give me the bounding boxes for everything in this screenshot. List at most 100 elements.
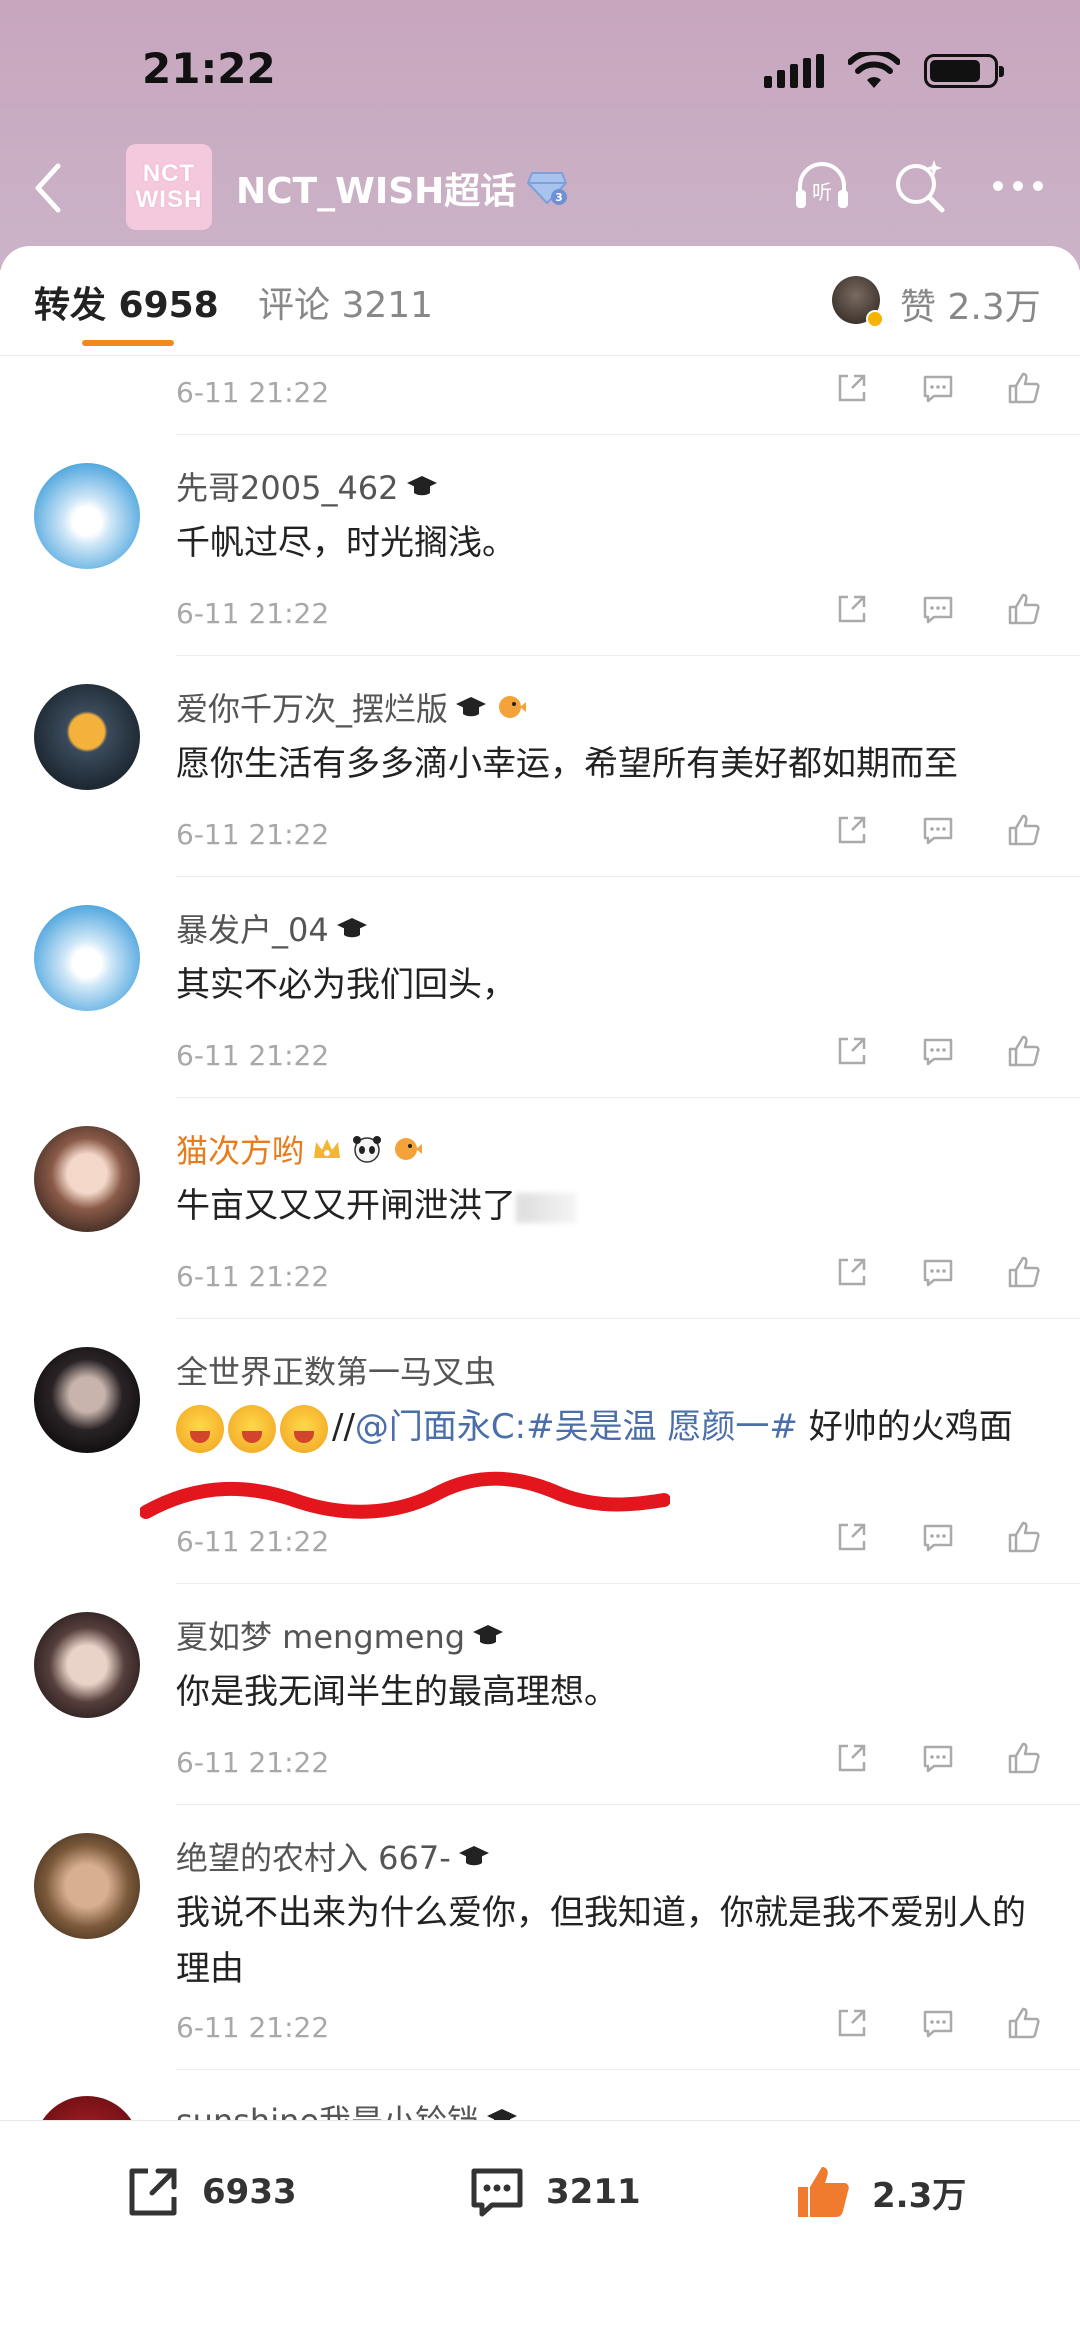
graduation-cap-icon: [473, 1625, 504, 1645]
comment-icon[interactable]: [920, 591, 956, 627]
laughing-emoji-icon: [280, 1404, 328, 1453]
repost-button[interactable]: 6933: [122, 2161, 297, 2223]
like-thumb-icon[interactable]: [1006, 1740, 1042, 1776]
like-thumb-icon[interactable]: [1006, 1254, 1042, 1290]
list-item-meta: 6-11 21:22: [0, 798, 1080, 876]
like-button[interactable]: 2.3万: [792, 2161, 966, 2223]
comment-button[interactable]: 3211: [466, 2161, 641, 2223]
username[interactable]: 夏如梦 mengmeng: [176, 1612, 505, 1658]
tab-repost[interactable]: 转发 6958: [34, 276, 219, 328]
graduation-cap-icon: [458, 1846, 489, 1866]
item-actions: [834, 1033, 1042, 1069]
avatar[interactable]: [34, 1347, 140, 1453]
like-count: 2.3万: [872, 2175, 967, 2216]
topic-title-text: NCT_WISH超话: [236, 171, 517, 212]
like-thumb-icon[interactable]: [1006, 2005, 1042, 2041]
comment-icon[interactable]: [920, 812, 956, 848]
search-sparkle-icon[interactable]: [888, 154, 952, 218]
post-time: 6-11 21:22: [176, 1260, 330, 1293]
comment-text: 你是我无闻半生的最高理想。: [176, 1672, 618, 1712]
username[interactable]: 全世界正数第一马叉虫: [176, 1347, 496, 1393]
item-actions: [834, 812, 1042, 848]
post-time: 6-11 21:22: [176, 818, 330, 851]
share-icon[interactable]: [834, 591, 870, 627]
list-item[interactable]: 夏如梦 mengmeng 你是我无闻半生的最高理想。 6-11 21:22: [0, 1584, 1080, 1804]
comment-icon[interactable]: [920, 2005, 956, 2041]
crown-icon: [314, 1139, 341, 1158]
avatar[interactable]: [34, 684, 140, 790]
graduation-cap-icon: [487, 2109, 518, 2120]
like-thumb-icon[interactable]: [1006, 370, 1042, 406]
username[interactable]: 先哥2005_462: [176, 463, 439, 509]
tab-likes[interactable]: 赞 2.3万: [900, 278, 1041, 330]
share-icon[interactable]: [834, 370, 870, 406]
topic-nav: NCT WISH NCT_WISH超话 3 听: [0, 140, 1080, 236]
status-icons: [764, 52, 1004, 90]
list-item[interactable]: 暴发户_04 其实不必为我们回头， 6-11 21:22: [0, 877, 1080, 1097]
list-item[interactable]: sunshine我是小铃铛: [0, 2070, 1080, 2120]
share-icon[interactable]: [834, 1740, 870, 1776]
svg-text:听: 听: [812, 180, 832, 204]
item-actions: [834, 370, 1042, 406]
list-item[interactable]: 绝望的农村入 667- 我说不出来为什么爱你，但我知道，你就是我不爱别人的理由 …: [0, 1805, 1080, 2069]
username[interactable]: sunshine我是小铃铛: [176, 2096, 519, 2120]
topic-logo-line1: NCT: [142, 160, 196, 187]
header: 21:22 NCT WISH NCT_WISH超话 3 听: [0, 0, 1080, 270]
username[interactable]: 暴发户_04: [176, 905, 369, 951]
item-actions: [834, 1740, 1042, 1776]
repost-sheet: 转发 6958 评论 3211 赞 2.3万 6-11 21:22 先哥2005…: [0, 246, 1080, 2120]
bottom-action-bar: 6933 3211 2.3万: [0, 2120, 1080, 2340]
repost-count: 6933: [202, 2172, 297, 2212]
nav-actions: 听: [790, 154, 1050, 218]
avatar[interactable]: [34, 2096, 140, 2120]
username[interactable]: 猫次方哟: [176, 1126, 424, 1172]
comment-icon[interactable]: [920, 370, 956, 406]
comment-icon[interactable]: [920, 1033, 956, 1069]
avatar[interactable]: [34, 1612, 140, 1718]
item-actions: [834, 1519, 1042, 1555]
share-icon[interactable]: [834, 2005, 870, 2041]
list-item[interactable]: 爱你千万次_摆烂版 愿你生活有多多滴小幸运，希望所有美好都如期而至 6-11 2…: [0, 656, 1080, 876]
list-item-meta: 6-11 21:22: [0, 1505, 1080, 1583]
graduation-cap-icon: [406, 476, 437, 496]
repost-list: 6-11 21:22 先哥2005_462 千帆过尽，时光搁浅。 6-11 21…: [0, 356, 1080, 2120]
comment-icon[interactable]: [920, 1740, 956, 1776]
share-icon[interactable]: [834, 1254, 870, 1290]
gem-level-icon: 3: [527, 172, 568, 205]
share-icon[interactable]: [834, 1519, 870, 1555]
topic-logo[interactable]: NCT WISH: [126, 144, 212, 230]
list-item-meta: 6-11 21:22: [0, 1019, 1080, 1097]
comment-icon[interactable]: [920, 1519, 956, 1555]
back-arrow-icon[interactable]: [28, 160, 68, 216]
avatar[interactable]: [34, 1126, 140, 1232]
tab-comments[interactable]: 评论 3211: [258, 276, 433, 328]
avatar[interactable]: [34, 463, 140, 569]
avatar[interactable]: [34, 905, 140, 1011]
comment-icon: [471, 2168, 523, 2217]
liker-avatar[interactable]: [832, 276, 884, 328]
graduation-cap-icon: [456, 697, 487, 717]
list-item[interactable]: 全世界正数第一马叉虫 //@门面永C:#吴是温 愿颜一# 好帅的火鸡面 6-11…: [0, 1319, 1080, 1583]
avatar[interactable]: [34, 1833, 140, 1939]
like-thumb-icon[interactable]: [1006, 1519, 1042, 1555]
list-item-meta: 6-11 21:22: [0, 1991, 1080, 2069]
username[interactable]: 绝望的农村入 667-: [176, 1833, 491, 1879]
list-item[interactable]: 先哥2005_462 千帆过尽，时光搁浅。 6-11 21:22: [0, 435, 1080, 655]
blurred-content: [516, 1192, 576, 1223]
mention-link[interactable]: @门面永C:#吴是温 愿颜一#: [355, 1407, 798, 1447]
topic-title[interactable]: NCT_WISH超话 3: [236, 162, 568, 214]
share-icon[interactable]: [834, 1033, 870, 1069]
listen-headphones-icon[interactable]: 听: [790, 154, 854, 218]
like-thumb-icon[interactable]: [1006, 1033, 1042, 1069]
post-time: 6-11 21:22: [176, 1039, 330, 1072]
comment-icon[interactable]: [920, 1254, 956, 1290]
more-options-icon[interactable]: [986, 154, 1050, 218]
post-time: 6-11 21:22: [176, 376, 330, 409]
username[interactable]: 爱你千万次_摆烂版: [176, 684, 528, 730]
like-thumb-icon[interactable]: [1006, 812, 1042, 848]
share-icon[interactable]: [834, 812, 870, 848]
comment-text: 牛亩又又又开闸泄洪了: [176, 1178, 1046, 1234]
post-time: 6-11 21:22: [176, 1525, 330, 1558]
list-item[interactable]: 猫次方哟 牛亩又又又开闸泄洪了 6-11 21:22: [0, 1098, 1080, 1318]
like-thumb-icon[interactable]: [1006, 591, 1042, 627]
